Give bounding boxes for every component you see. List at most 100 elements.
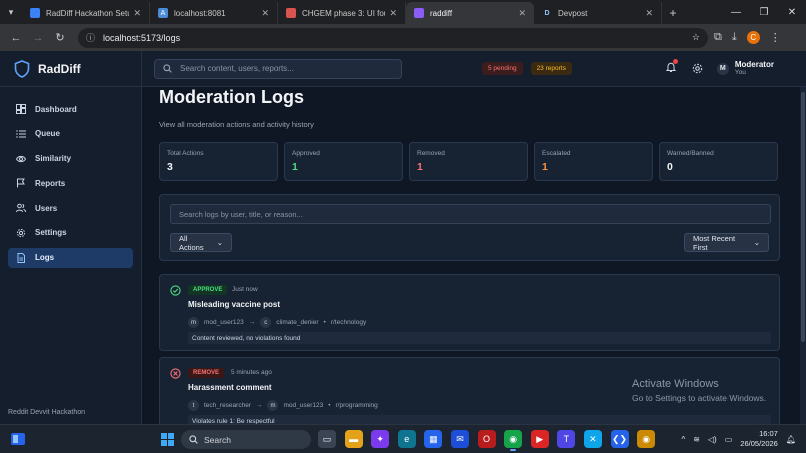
log-title: Misleading vaccine post — [188, 300, 281, 309]
sidebar-item-queue[interactable]: Queue — [8, 124, 133, 144]
site-info-icon[interactable]: ⓘ — [86, 31, 95, 44]
sidebar-item-dashboard[interactable]: Dashboard — [8, 99, 133, 119]
main-content: Moderation Logs View all moderation acti… — [142, 87, 806, 424]
brand[interactable]: RadDiff — [0, 51, 141, 87]
taskbar-search[interactable]: Search — [181, 430, 311, 449]
chrome-profile-icon[interactable]: ◉ — [637, 430, 656, 448]
tab-favicon-icon: D — [544, 9, 550, 17]
store-icon[interactable]: ▦ — [424, 430, 443, 448]
log-meta: t tech_researcher → m mod_user123 • r/pr… — [188, 400, 378, 411]
clock[interactable]: 16:07 26/05/2026 — [740, 429, 778, 449]
vscode-icon[interactable]: ❮❯ — [610, 430, 629, 448]
forward-icon[interactable]: → — [28, 28, 48, 48]
browser-menu-icon[interactable]: ⋮ — [770, 31, 781, 44]
address-bar[interactable]: ⓘ localhost:5173/logs ☆ — [78, 27, 708, 48]
actor-avatar: m — [188, 317, 199, 328]
sidebar: RadDiff Dashboard Queue Similarity Repor… — [0, 51, 142, 424]
scrollbar-thumb[interactable] — [801, 92, 805, 342]
page-subtitle: View all moderation actions and activity… — [159, 120, 314, 129]
close-tab-icon[interactable]: ✕ — [518, 8, 526, 19]
tab-title: RadDiff Hackathon Setup — [46, 8, 130, 18]
tab-title: localhost:8081 — [174, 8, 226, 18]
search-icon — [189, 435, 198, 444]
restore-icon[interactable]: ❐ — [750, 0, 778, 24]
log-search-input[interactable] — [170, 204, 771, 224]
volume-icon[interactable]: ◁) — [708, 435, 717, 444]
separator: • — [328, 402, 331, 409]
flag-icon — [17, 178, 25, 188]
chevron-up-icon[interactable]: ^ — [681, 435, 685, 444]
reload-icon[interactable]: ↻ — [50, 28, 70, 48]
stat-card-approved: Approved 1 — [284, 142, 403, 181]
stat-value: 3 — [167, 161, 173, 173]
download-icon[interactable]: ⤓ — [732, 31, 737, 44]
close-tab-icon[interactable]: ✕ — [261, 8, 269, 19]
browser-tab[interactable]: A localhost:8081 ✕ — [150, 2, 278, 24]
close-window-icon[interactable]: ✕ — [778, 0, 806, 24]
sidebar-item-logs[interactable]: Logs — [8, 247, 133, 268]
subreddit-link[interactable]: r/programming — [336, 402, 378, 409]
extensions-icon[interactable]: ⧉ — [714, 31, 722, 44]
opera-icon[interactable]: O — [477, 430, 496, 448]
file-explorer-icon[interactable]: ▬ — [344, 430, 363, 448]
sidebar-item-reports[interactable]: Reports — [8, 173, 133, 193]
taskbar: Search ▭ ▬ ✦ e ▦ ✉ O ◉ ▶ T ✕ ❮❯ ◉ ^ ≋ ◁)… — [0, 424, 806, 453]
window-controls: — ❐ ✕ — [722, 0, 806, 24]
action-filter-select[interactable]: All Actions ⌄ — [170, 233, 232, 252]
notifications-button[interactable] — [665, 59, 678, 75]
browser-tab[interactable]: CHGEM phase 3: UI foundati ✕ — [278, 2, 406, 24]
wifi-icon[interactable]: ≋ — [693, 435, 700, 444]
back-icon[interactable]: ← — [6, 28, 26, 48]
reports-badge[interactable]: 23 reports — [530, 62, 572, 75]
top-bar: 5 pending 23 reports M Moderator You — [142, 51, 806, 87]
edge-icon[interactable]: e — [397, 430, 416, 448]
mail-icon[interactable]: ✉ — [450, 430, 469, 448]
new-tab-button[interactable]: + — [662, 2, 684, 24]
taskbar-search-label: Search — [204, 434, 231, 445]
close-tab-icon[interactable]: ✕ — [133, 8, 141, 19]
teams-icon[interactable]: T — [557, 430, 576, 448]
watermark-title: Activate Windows — [632, 378, 719, 390]
target-name[interactable]: mod_user123 — [283, 402, 323, 409]
browser-tab-active[interactable]: raddiff ✕ — [406, 2, 534, 24]
stat-value: 0 — [667, 161, 673, 173]
app-icon[interactable]: ✕ — [583, 430, 602, 448]
actor-name[interactable]: mod_user123 — [204, 319, 244, 326]
battery-icon[interactable]: ▭ — [725, 435, 733, 444]
global-search[interactable] — [154, 58, 402, 79]
settings-gear-icon[interactable] — [692, 63, 703, 74]
bookmark-star-icon[interactable]: ☆ — [692, 32, 700, 43]
sidebar-item-settings[interactable]: Settings — [8, 223, 133, 243]
subreddit-link[interactable]: r/technology — [331, 319, 366, 326]
pending-badge[interactable]: 5 pending — [482, 62, 523, 75]
task-view-icon[interactable]: ▭ — [318, 430, 336, 448]
target-name[interactable]: climate_denier — [276, 319, 318, 326]
actor-name[interactable]: tech_researcher — [204, 402, 251, 409]
user-menu[interactable]: M Moderator You — [716, 60, 774, 77]
browser-tab[interactable]: D Devpost ✕ — [534, 2, 662, 24]
log-entry[interactable]: APPROVE Just now Misleading vaccine post… — [159, 274, 780, 351]
tab-search-icon[interactable]: ▾ — [0, 0, 22, 24]
chevron-down-icon: ⌄ — [216, 238, 223, 247]
sidebar-item-label: Users — [35, 203, 58, 213]
stat-card-removed: Removed 1 — [409, 142, 528, 181]
minimize-icon[interactable]: — — [722, 0, 750, 24]
chrome-icon[interactable]: ◉ — [504, 430, 523, 451]
page-scrollbar[interactable] — [800, 87, 806, 424]
sidebar-item-users[interactable]: Users — [8, 198, 133, 218]
sort-select[interactable]: Most Recent First ⌄ — [684, 233, 769, 252]
youtube-icon[interactable]: ▶ — [530, 430, 549, 448]
copilot-icon[interactable]: ✦ — [371, 430, 390, 448]
start-button[interactable] — [161, 433, 174, 446]
notification-bell-icon[interactable]: 🔔︎ — [786, 435, 796, 444]
profile-avatar[interactable]: C — [746, 31, 760, 44]
close-tab-icon[interactable]: ✕ — [645, 8, 653, 19]
close-tab-icon[interactable]: ✕ — [389, 8, 397, 19]
sidebar-item-similarity[interactable]: Similarity — [8, 149, 133, 169]
search-input[interactable] — [180, 64, 390, 73]
widgets-icon[interactable] — [10, 432, 26, 446]
browser-tab[interactable]: RadDiff Hackathon Setup ✕ — [22, 2, 150, 24]
tab-favicon-icon — [414, 8, 424, 18]
log-time: 5 minutes ago — [231, 369, 272, 376]
app-root: RadDiff Dashboard Queue Similarity Repor… — [0, 51, 806, 424]
